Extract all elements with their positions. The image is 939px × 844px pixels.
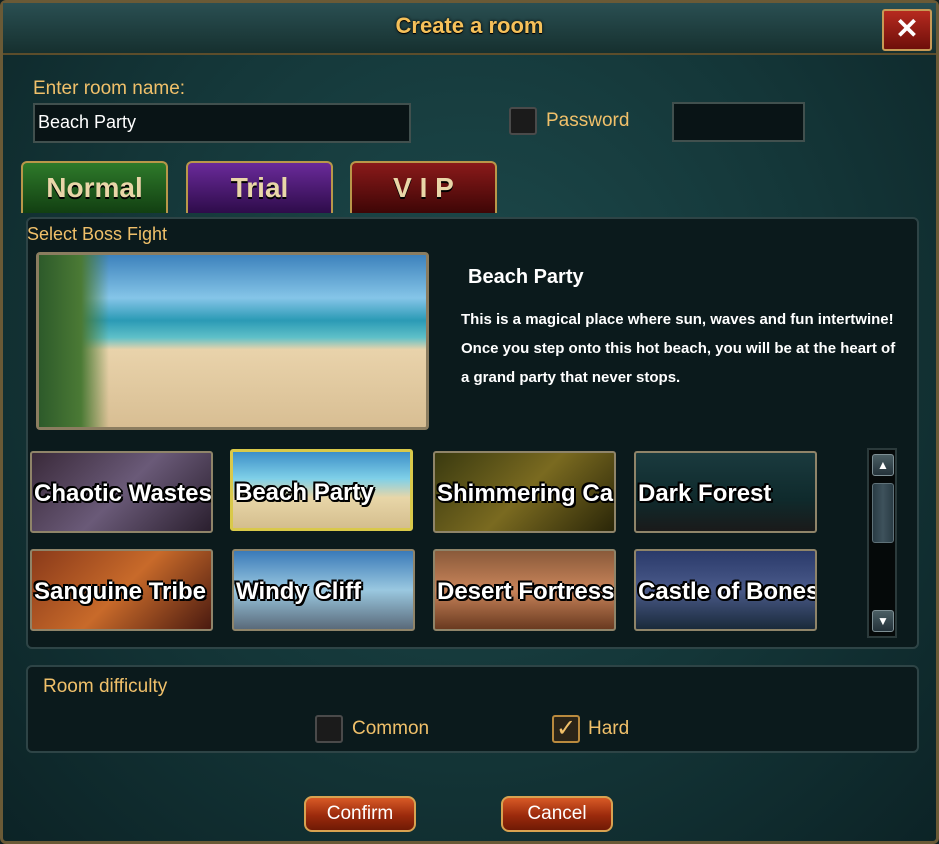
hard-label: Hard bbox=[588, 718, 630, 739]
password-label: Password bbox=[546, 110, 630, 131]
boss-card-label: Sanguine Tribe bbox=[34, 578, 207, 605]
boss-card[interactable]: Chaotic Wastes bbox=[30, 451, 213, 533]
scroll-up-icon[interactable]: ▲ bbox=[872, 454, 894, 476]
tab-vip[interactable]: V I P bbox=[350, 161, 497, 213]
common-checkbox[interactable] bbox=[315, 715, 343, 743]
boss-card-label: Desert Fortress bbox=[437, 578, 615, 605]
cancel-button[interactable]: Cancel bbox=[501, 796, 613, 832]
boss-title: Beach Party bbox=[468, 266, 584, 288]
tab-normal[interactable]: Normal bbox=[21, 161, 168, 213]
hard-checkbox[interactable]: ✓ bbox=[552, 715, 580, 743]
boss-card[interactable]: Desert Fortress bbox=[433, 549, 616, 631]
title-bar: Create a room ✕ bbox=[3, 3, 936, 55]
palm-tree-icon bbox=[39, 255, 109, 427]
create-room-dialog: Create a room ✕ Enter room name: Beach P… bbox=[0, 0, 939, 844]
boss-card[interactable]: Sanguine Tribe bbox=[30, 549, 213, 631]
confirm-button[interactable]: Confirm bbox=[304, 796, 416, 832]
boss-card[interactable]: Castle of Bones bbox=[634, 549, 817, 631]
boss-card-label: Beach Party bbox=[235, 479, 374, 506]
room-name-input[interactable]: Beach Party bbox=[33, 103, 411, 143]
boss-description: This is a magical place where sun, waves… bbox=[461, 311, 896, 386]
boss-card[interactable]: Shimmering Ca bbox=[433, 451, 616, 533]
boss-card[interactable]: Dark Forest bbox=[634, 451, 817, 533]
boss-card-label: Windy Cliff bbox=[236, 578, 362, 605]
scroll-down-icon[interactable]: ▼ bbox=[872, 610, 894, 632]
boss-card-label: Dark Forest bbox=[638, 480, 772, 507]
common-label: Common bbox=[352, 718, 430, 739]
boss-section-label: Select Boss Fight bbox=[27, 224, 168, 244]
dialog-title: Create a room bbox=[395, 13, 544, 38]
difficulty-label: Room difficulty bbox=[43, 676, 168, 697]
boss-scrollbar[interactable]: ▲ ▼ bbox=[867, 448, 897, 638]
room-name-label: Enter room name: bbox=[33, 78, 186, 99]
password-input[interactable] bbox=[672, 102, 805, 142]
boss-preview-image bbox=[36, 252, 429, 430]
boss-card-label: Shimmering Ca bbox=[437, 480, 614, 507]
tab-trial[interactable]: Trial bbox=[186, 161, 333, 213]
scroll-thumb[interactable] bbox=[872, 483, 894, 543]
close-icon[interactable]: ✕ bbox=[882, 9, 932, 51]
boss-card-label: Chaotic Wastes bbox=[34, 480, 212, 507]
boss-card[interactable]: Windy Cliff bbox=[232, 549, 415, 631]
password-checkbox[interactable] bbox=[509, 107, 537, 135]
boss-card[interactable]: Beach Party bbox=[230, 449, 413, 531]
boss-card-label: Castle of Bones bbox=[638, 578, 817, 605]
